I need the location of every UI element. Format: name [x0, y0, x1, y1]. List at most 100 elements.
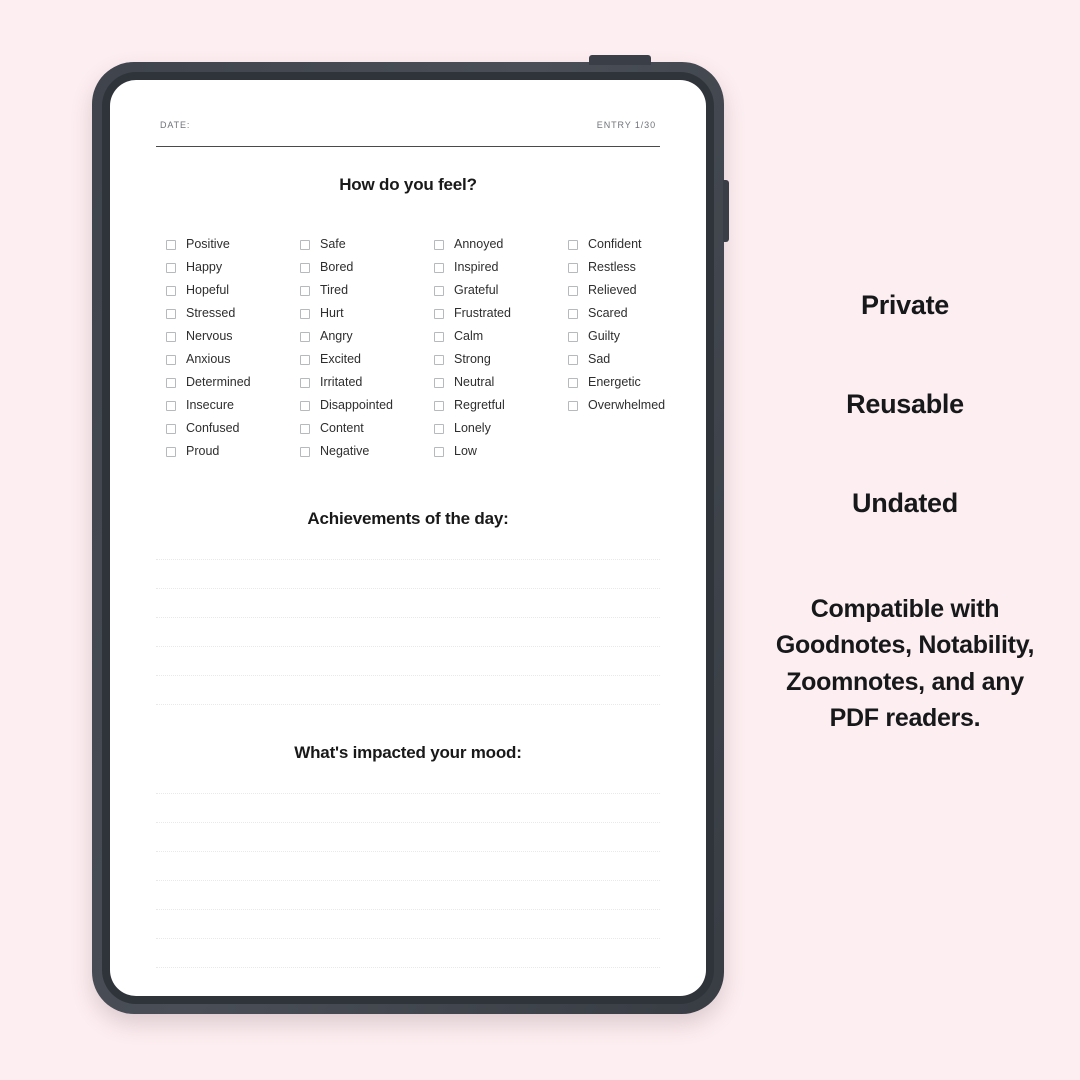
mood-item[interactable]: Tired	[300, 279, 434, 302]
mood-item[interactable]: Low	[434, 440, 568, 463]
achievements-writing-area[interactable]	[156, 531, 660, 705]
mood-item-label: Relieved	[588, 283, 637, 298]
mood-item[interactable]: Grateful	[434, 279, 568, 302]
writing-line[interactable]	[156, 939, 660, 968]
writing-line[interactable]	[156, 647, 660, 676]
mood-item-label: Scared	[588, 306, 628, 321]
mood-item[interactable]: Disappointed	[300, 394, 434, 417]
mood-item[interactable]: Proud	[166, 440, 300, 463]
checkbox-icon[interactable]	[300, 262, 310, 273]
mood-item[interactable]: Negative	[300, 440, 434, 463]
mood-item[interactable]: Regretful	[434, 394, 568, 417]
checkbox-icon[interactable]	[568, 331, 578, 342]
checkbox-icon[interactable]	[166, 285, 176, 296]
checkbox-icon[interactable]	[434, 354, 444, 365]
writing-line[interactable]	[156, 560, 660, 589]
checkbox-icon[interactable]	[300, 239, 310, 250]
checkbox-icon[interactable]	[300, 308, 310, 319]
mood-item[interactable]: Anxious	[166, 348, 300, 371]
writing-line[interactable]	[156, 531, 660, 560]
mood-item[interactable]: Calm	[434, 325, 568, 348]
checkbox-icon[interactable]	[166, 239, 176, 250]
checkbox-icon[interactable]	[166, 423, 176, 434]
mood-item[interactable]: Restless	[568, 256, 702, 279]
mood-item[interactable]: Lonely	[434, 417, 568, 440]
volume-button[interactable]	[723, 180, 729, 242]
writing-line[interactable]	[156, 910, 660, 939]
mood-item[interactable]: Confused	[166, 417, 300, 440]
writing-line[interactable]	[156, 852, 660, 881]
mood-item[interactable]: Bored	[300, 256, 434, 279]
checkbox-icon[interactable]	[300, 446, 310, 457]
checkbox-icon[interactable]	[300, 331, 310, 342]
checkbox-icon[interactable]	[300, 423, 310, 434]
checkbox-icon[interactable]	[434, 308, 444, 319]
mood-item[interactable]: Happy	[166, 256, 300, 279]
mood-item[interactable]: Neutral	[434, 371, 568, 394]
mood-item-label: Insecure	[186, 398, 234, 413]
mood-item[interactable]: Inspired	[434, 256, 568, 279]
checkbox-icon[interactable]	[434, 423, 444, 434]
mood-item[interactable]: Energetic	[568, 371, 702, 394]
mood-item[interactable]: Frustrated	[434, 302, 568, 325]
checkbox-icon[interactable]	[166, 354, 176, 365]
checkbox-icon[interactable]	[300, 354, 310, 365]
checkbox-icon[interactable]	[434, 400, 444, 411]
mood-item[interactable]: Hopeful	[166, 279, 300, 302]
mood-item[interactable]: Determined	[166, 371, 300, 394]
mood-item[interactable]: Hurt	[300, 302, 434, 325]
checkbox-icon[interactable]	[166, 377, 176, 388]
mood-item[interactable]: Safe	[300, 233, 434, 256]
mood-item[interactable]: Irritated	[300, 371, 434, 394]
writing-line[interactable]	[156, 618, 660, 647]
checkbox-icon[interactable]	[434, 331, 444, 342]
checkbox-icon[interactable]	[166, 400, 176, 411]
checkbox-icon[interactable]	[166, 308, 176, 319]
power-button[interactable]	[589, 55, 651, 65]
mood-item[interactable]: Sad	[568, 348, 702, 371]
checkbox-icon[interactable]	[434, 377, 444, 388]
mood-item[interactable]: Stressed	[166, 302, 300, 325]
checkbox-icon[interactable]	[166, 446, 176, 457]
mood-item-label: Happy	[186, 260, 223, 275]
checkbox-icon[interactable]	[568, 400, 578, 411]
checkbox-icon[interactable]	[568, 308, 578, 319]
checkbox-icon[interactable]	[434, 262, 444, 273]
checkbox-icon[interactable]	[434, 446, 444, 457]
mood-item[interactable]: Relieved	[568, 279, 702, 302]
mood-item[interactable]: Strong	[434, 348, 568, 371]
checkbox-icon[interactable]	[166, 331, 176, 342]
checkbox-icon[interactable]	[568, 377, 578, 388]
mood-item[interactable]: Nervous	[166, 325, 300, 348]
mood-item[interactable]: Insecure	[166, 394, 300, 417]
writing-line[interactable]	[156, 881, 660, 910]
mood-item[interactable]: Positive	[166, 233, 300, 256]
writing-line[interactable]	[156, 589, 660, 618]
mood-item[interactable]: Confident	[568, 233, 702, 256]
writing-line[interactable]	[156, 968, 660, 996]
checkbox-icon[interactable]	[300, 377, 310, 388]
checkbox-icon[interactable]	[568, 285, 578, 296]
checkbox-icon[interactable]	[300, 285, 310, 296]
checkbox-icon[interactable]	[300, 400, 310, 411]
mood-item[interactable]: Content	[300, 417, 434, 440]
entry-counter-label: ENTRY 1/30	[596, 120, 656, 130]
writing-line[interactable]	[156, 823, 660, 852]
mood-item[interactable]: Guilty	[568, 325, 702, 348]
checkbox-icon[interactable]	[166, 262, 176, 273]
checkbox-icon[interactable]	[434, 285, 444, 296]
tablet-screen[interactable]: DATE: ENTRY 1/30 How do you feel? Positi…	[110, 80, 706, 996]
checkbox-icon[interactable]	[568, 262, 578, 273]
checkbox-icon[interactable]	[568, 354, 578, 365]
mood-item[interactable]: Overwhelmed	[568, 394, 702, 417]
mood-item[interactable]: Angry	[300, 325, 434, 348]
mood-item[interactable]: Annoyed	[434, 233, 568, 256]
checkbox-icon[interactable]	[568, 239, 578, 250]
writing-line[interactable]	[156, 794, 660, 823]
mood-item[interactable]: Scared	[568, 302, 702, 325]
mood-impact-writing-area[interactable]	[156, 765, 660, 996]
writing-line[interactable]	[156, 765, 660, 794]
mood-item[interactable]: Excited	[300, 348, 434, 371]
checkbox-icon[interactable]	[434, 239, 444, 250]
writing-line[interactable]	[156, 676, 660, 705]
